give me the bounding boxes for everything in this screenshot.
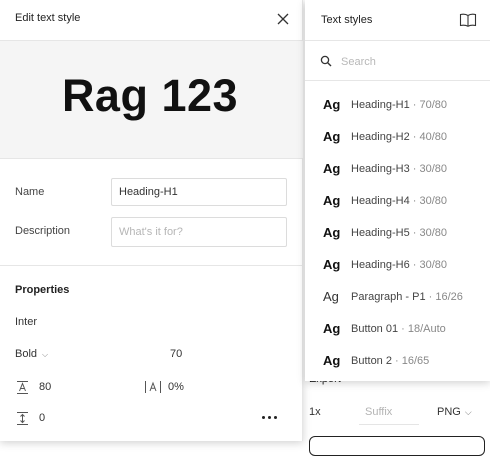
line-height-value: 80 <box>39 381 52 393</box>
style-preview: Rag 123 <box>0 40 303 159</box>
paragraph-spacing-icon <box>17 411 28 425</box>
edit-text-style-panel: Edit text style Rag 123 Name Description… <box>0 0 303 441</box>
export-button[interactable] <box>309 436 485 456</box>
style-meta: · 16/65 <box>391 355 430 367</box>
search-icon <box>320 55 332 67</box>
style-name: Paragraph - P1 <box>351 291 426 303</box>
panel-title: Edit text style <box>15 12 81 24</box>
style-meta: · 70/80 <box>409 99 448 111</box>
style-meta: · 30/80 <box>409 227 448 239</box>
letter-spacing-input[interactable]: 0% <box>144 379 184 395</box>
chevron-down-icon: ⌵ <box>464 407 472 417</box>
style-glyph: Ag <box>323 161 341 176</box>
properties-heading: Properties <box>15 284 70 296</box>
style-name: Button 2 <box>351 355 392 367</box>
more-icon-dot <box>273 415 277 419</box>
style-name: Heading-H3 <box>351 163 410 175</box>
paragraph-spacing-input[interactable]: 0 <box>15 410 45 426</box>
export-suffix-input[interactable]: Suffix <box>365 406 392 418</box>
style-glyph: Ag <box>323 321 341 336</box>
style-name: Heading-H5 <box>351 227 410 239</box>
style-glyph: Ag <box>323 193 341 208</box>
preview-text: Rag 123 <box>61 70 239 121</box>
text-style-item[interactable]: Ag Heading-H3 · 30/80 <box>305 154 490 182</box>
style-name: Button 01 <box>351 323 399 335</box>
letter-spacing-icon <box>145 381 161 393</box>
font-weight-label: Bold <box>15 348 38 360</box>
style-meta: · 16/26 <box>425 291 463 303</box>
paragraph-spacing-value: 0 <box>39 412 46 424</box>
export-format-label: PNG <box>437 406 461 418</box>
export-settings-row: 1x Suffix PNG ⌵ <box>309 406 479 425</box>
export-scale[interactable]: 1x <box>309 406 321 418</box>
text-style-item[interactable]: Ag Heading-H1 · 70/80 <box>305 90 490 118</box>
text-style-item[interactable]: Ag Heading-H2 · 40/80 <box>305 122 490 150</box>
panel-title: Text styles <box>321 14 373 26</box>
text-style-item[interactable]: Ag Paragraph - P1 · 16/26 <box>305 282 490 310</box>
letter-spacing-value: 0% <box>168 381 184 393</box>
style-glyph: Ag <box>323 225 341 240</box>
style-name: Heading-H4 <box>351 195 410 207</box>
text-style-item[interactable]: Ag Heading-H5 · 30/80 <box>305 218 490 246</box>
style-glyph: Ag <box>323 353 341 368</box>
header-divider <box>305 40 490 41</box>
description-input[interactable] <box>111 217 287 247</box>
line-height-icon <box>17 380 28 394</box>
edit-panel-header: Edit text style <box>0 0 303 40</box>
more-options-button[interactable] <box>257 409 281 425</box>
style-glyph: Ag <box>323 129 341 144</box>
style-glyph: Ag <box>323 257 341 272</box>
text-style-item[interactable]: Ag Button 2 · 16/65 <box>305 346 490 374</box>
text-styles-panel: Text styles Ag Heading-H1 · 70/80 Ag Hea… <box>305 0 490 381</box>
library-button[interactable] <box>457 9 479 31</box>
style-glyph: Ag <box>323 289 339 304</box>
chevron-down-icon: ⌵ <box>42 350 49 359</box>
style-meta: · 30/80 <box>409 163 448 175</box>
style-name: Heading-H1 <box>351 99 410 111</box>
font-size-input[interactable]: 70 <box>170 348 182 360</box>
style-meta: · 40/80 <box>409 131 448 143</box>
search-input[interactable] <box>339 50 483 74</box>
more-icon-dot <box>267 415 271 419</box>
text-style-item[interactable]: Ag Button 01 · 18/Auto <box>305 314 490 342</box>
section-divider <box>0 265 303 266</box>
style-name: Heading-H6 <box>351 259 410 271</box>
name-label: Name <box>15 186 45 198</box>
suffix-underline <box>359 424 419 425</box>
style-glyph: Ag <box>323 97 341 112</box>
style-meta: · 30/80 <box>409 259 448 271</box>
font-weight-select[interactable]: Bold ⌵ <box>15 348 48 360</box>
library-icon <box>459 13 477 27</box>
style-meta: · 18/Auto <box>398 323 446 335</box>
style-meta: · 30/80 <box>409 195 448 207</box>
name-input[interactable] <box>111 178 287 206</box>
line-height-input[interactable]: 80 <box>15 379 51 395</box>
text-style-item[interactable]: Ag Heading-H4 · 30/80 <box>305 186 490 214</box>
close-button[interactable] <box>271 8 295 30</box>
search-divider <box>305 80 490 81</box>
style-name: Heading-H2 <box>351 131 410 143</box>
export-format-select[interactable]: PNG ⌵ <box>437 406 472 418</box>
description-label: Description <box>15 225 71 237</box>
text-style-item[interactable]: Ag Heading-H6 · 30/80 <box>305 250 490 278</box>
more-icon <box>261 415 265 419</box>
close-icon <box>277 13 289 25</box>
font-family-select[interactable]: Inter <box>15 316 37 328</box>
